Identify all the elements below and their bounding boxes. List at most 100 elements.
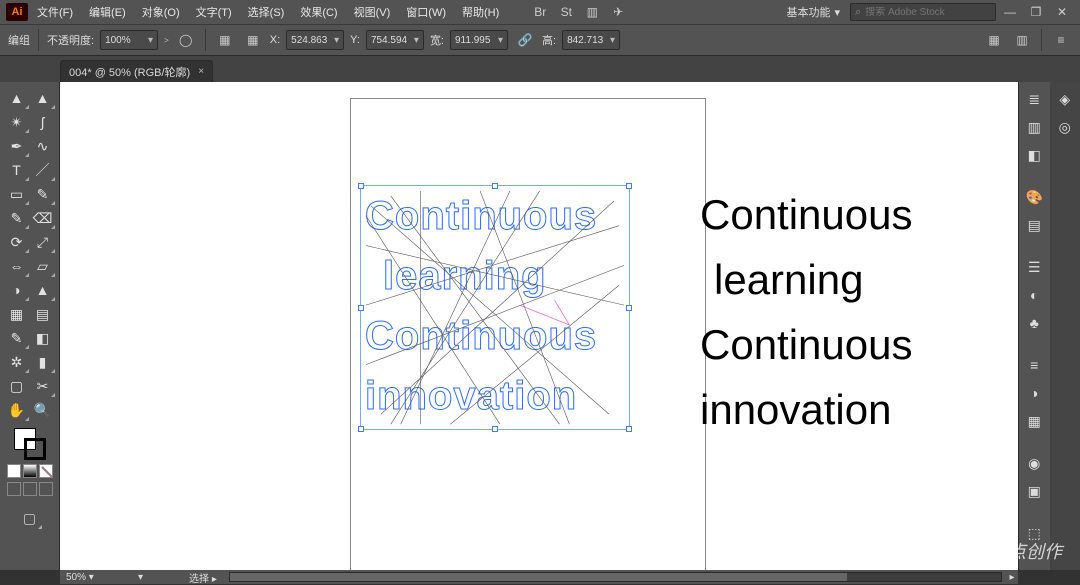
scroll-right-icon[interactable]: ▸ (1006, 572, 1018, 583)
symbol-sprayer-tool[interactable]: ✲ (4, 350, 30, 374)
blend-tool[interactable]: ◧ (30, 326, 56, 350)
handle-top-mid[interactable] (492, 183, 498, 189)
zoom-tool[interactable]: 🔍 (30, 398, 56, 422)
gpu-preview-icon[interactable]: ✈ (606, 2, 630, 22)
artboard-tool[interactable]: ▢ (4, 374, 30, 398)
nav-dropdown[interactable]: ▾ (130, 572, 151, 583)
eyedropper-tool[interactable]: ✎ (4, 326, 30, 350)
draw-behind[interactable] (23, 482, 37, 496)
link-wh-icon[interactable]: 🔗 (514, 29, 536, 51)
layers-icon[interactable]: ◈ (1052, 86, 1078, 112)
swatches-panel-icon[interactable]: ▤ (1021, 212, 1047, 238)
style-icon[interactable]: ◯ (175, 29, 197, 51)
draw-inside[interactable] (39, 482, 53, 496)
color-mode-none[interactable] (39, 464, 53, 478)
handle-left-mid[interactable] (358, 305, 364, 311)
gradient-tool[interactable]: ▤ (30, 302, 56, 326)
layers-panel-icon[interactable]: ◧ (1021, 142, 1047, 168)
type-tool[interactable]: T (4, 158, 30, 182)
menu-window[interactable]: 窗口(W) (399, 0, 453, 24)
handle-right-mid[interactable] (626, 305, 632, 311)
shaper-tool[interactable]: ✎ (4, 206, 30, 230)
x-input[interactable]: 524.863▾ (286, 30, 344, 50)
window-restore[interactable]: ❐ (1024, 5, 1048, 19)
zoom-level[interactable]: 50% ▾ (60, 572, 130, 583)
free-transform-tool[interactable]: ▱ (30, 254, 56, 278)
chevron-right-icon[interactable]: > (164, 36, 169, 45)
window-minimize[interactable]: — (998, 5, 1022, 19)
menu-view[interactable]: 视图(V) (347, 0, 398, 24)
draw-normal[interactable] (7, 482, 21, 496)
window-close[interactable]: ✕ (1050, 5, 1074, 19)
shape-builder-tool[interactable]: ◑ (4, 278, 30, 302)
align-icon[interactable]: ▦ (242, 29, 264, 51)
transparency-panel-icon[interactable]: ◑ (1021, 380, 1047, 406)
arrange-docs-icon[interactable]: ▥ (580, 2, 604, 22)
curvature-tool[interactable]: ∿ (30, 134, 56, 158)
screen-mode-button[interactable]: ▢ (17, 506, 43, 530)
width-input[interactable]: 911.995▾ (450, 30, 508, 50)
libraries-panel-icon[interactable]: ▥ (1021, 114, 1047, 140)
learn-icon[interactable]: ◎ (1052, 114, 1078, 140)
lasso-tool[interactable]: ʃ (30, 110, 56, 134)
transform-anchor-icon[interactable]: ▦ (214, 29, 236, 51)
transform-panel-icon[interactable]: ▦ (983, 29, 1005, 51)
eraser-tool[interactable]: ⌫ (30, 206, 56, 230)
stock-search[interactable]: ⌕ (850, 3, 996, 21)
scale-tool[interactable]: ⤢ (30, 230, 56, 254)
menu-effect[interactable]: 效果(C) (293, 0, 344, 24)
gradient-panel-icon[interactable]: ◐ (1021, 282, 1047, 308)
color-panel-icon[interactable]: 🎨 (1021, 184, 1047, 210)
properties-panel-icon[interactable]: ≣ (1021, 86, 1047, 112)
status-tool[interactable]: 选择 ▸ (181, 570, 225, 585)
slice-tool[interactable]: ✂ (30, 374, 56, 398)
opacity-input[interactable]: 100% ▾ (100, 30, 158, 50)
column-graph-tool[interactable]: ▮ (30, 350, 56, 374)
menu-type[interactable]: 文字(T) (189, 0, 239, 24)
mesh-tool[interactable]: ▦ (4, 302, 30, 326)
hand-tool[interactable]: ✋ (4, 398, 30, 422)
appearance-panel-icon[interactable]: ◉ (1021, 450, 1047, 476)
color-mode-gradient[interactable] (23, 464, 37, 478)
selection-tool[interactable]: ▲ (4, 86, 30, 110)
align-panel-icon[interactable]: ▦ (1021, 408, 1047, 434)
bridge-icon[interactable]: Br (528, 2, 552, 22)
color-mode-normal[interactable] (7, 464, 21, 478)
paintbrush-tool[interactable]: ✎ (30, 182, 56, 206)
brushes-panel-icon[interactable]: ≡ (1021, 352, 1047, 378)
fill-stroke-control[interactable] (14, 428, 46, 460)
rectangle-tool[interactable]: ▭ (4, 182, 30, 206)
close-tab-icon[interactable]: × (198, 66, 204, 77)
line-tool[interactable]: ／ (30, 158, 56, 182)
direct-selection-tool[interactable]: ▲ (30, 86, 56, 110)
scrollbar-thumb[interactable] (230, 573, 847, 581)
stroke-panel-icon[interactable]: ☰ (1021, 254, 1047, 280)
menu-select[interactable]: 选择(S) (241, 0, 292, 24)
isolate-icon[interactable]: ▥ (1011, 29, 1033, 51)
canvas[interactable]: Continuous learning Continuous innovatio… (60, 82, 1018, 570)
handle-top-right[interactable] (626, 183, 632, 189)
menu-edit[interactable]: 编辑(E) (82, 0, 133, 24)
rotate-tool[interactable]: ⟳ (4, 230, 30, 254)
magic-wand-tool[interactable]: ✴ (4, 110, 30, 134)
perspective-tool[interactable]: ▲ (30, 278, 56, 302)
horizontal-scrollbar[interactable] (229, 572, 1002, 582)
stroke-swatch[interactable] (24, 438, 46, 460)
menu-help[interactable]: 帮助(H) (455, 0, 506, 24)
handle-bottom-mid[interactable] (492, 426, 498, 432)
handle-bottom-left[interactable] (358, 426, 364, 432)
selection-bounding-box[interactable]: Continuous learning Continuous innovatio… (360, 185, 630, 430)
menu-object[interactable]: 对象(O) (135, 0, 187, 24)
symbols-panel-icon[interactable]: ♣ (1021, 310, 1047, 336)
stock-icon[interactable]: St (554, 2, 578, 22)
workspace-switcher[interactable]: 基本功能 ▾ (778, 4, 848, 20)
height-input[interactable]: 842.713▾ (562, 30, 620, 50)
handle-top-left[interactable] (358, 183, 364, 189)
stock-search-input[interactable] (865, 7, 997, 18)
panel-menu-icon[interactable]: ≡ (1050, 29, 1072, 51)
document-tab[interactable]: 004* @ 50% (RGB/轮廓) × (60, 60, 213, 82)
width-tool[interactable]: ⇔ (4, 254, 30, 278)
handle-bottom-right[interactable] (626, 426, 632, 432)
filled-text-object[interactable]: Continuous learning Continuous innovatio… (700, 182, 912, 442)
menu-file[interactable]: 文件(F) (30, 0, 80, 24)
